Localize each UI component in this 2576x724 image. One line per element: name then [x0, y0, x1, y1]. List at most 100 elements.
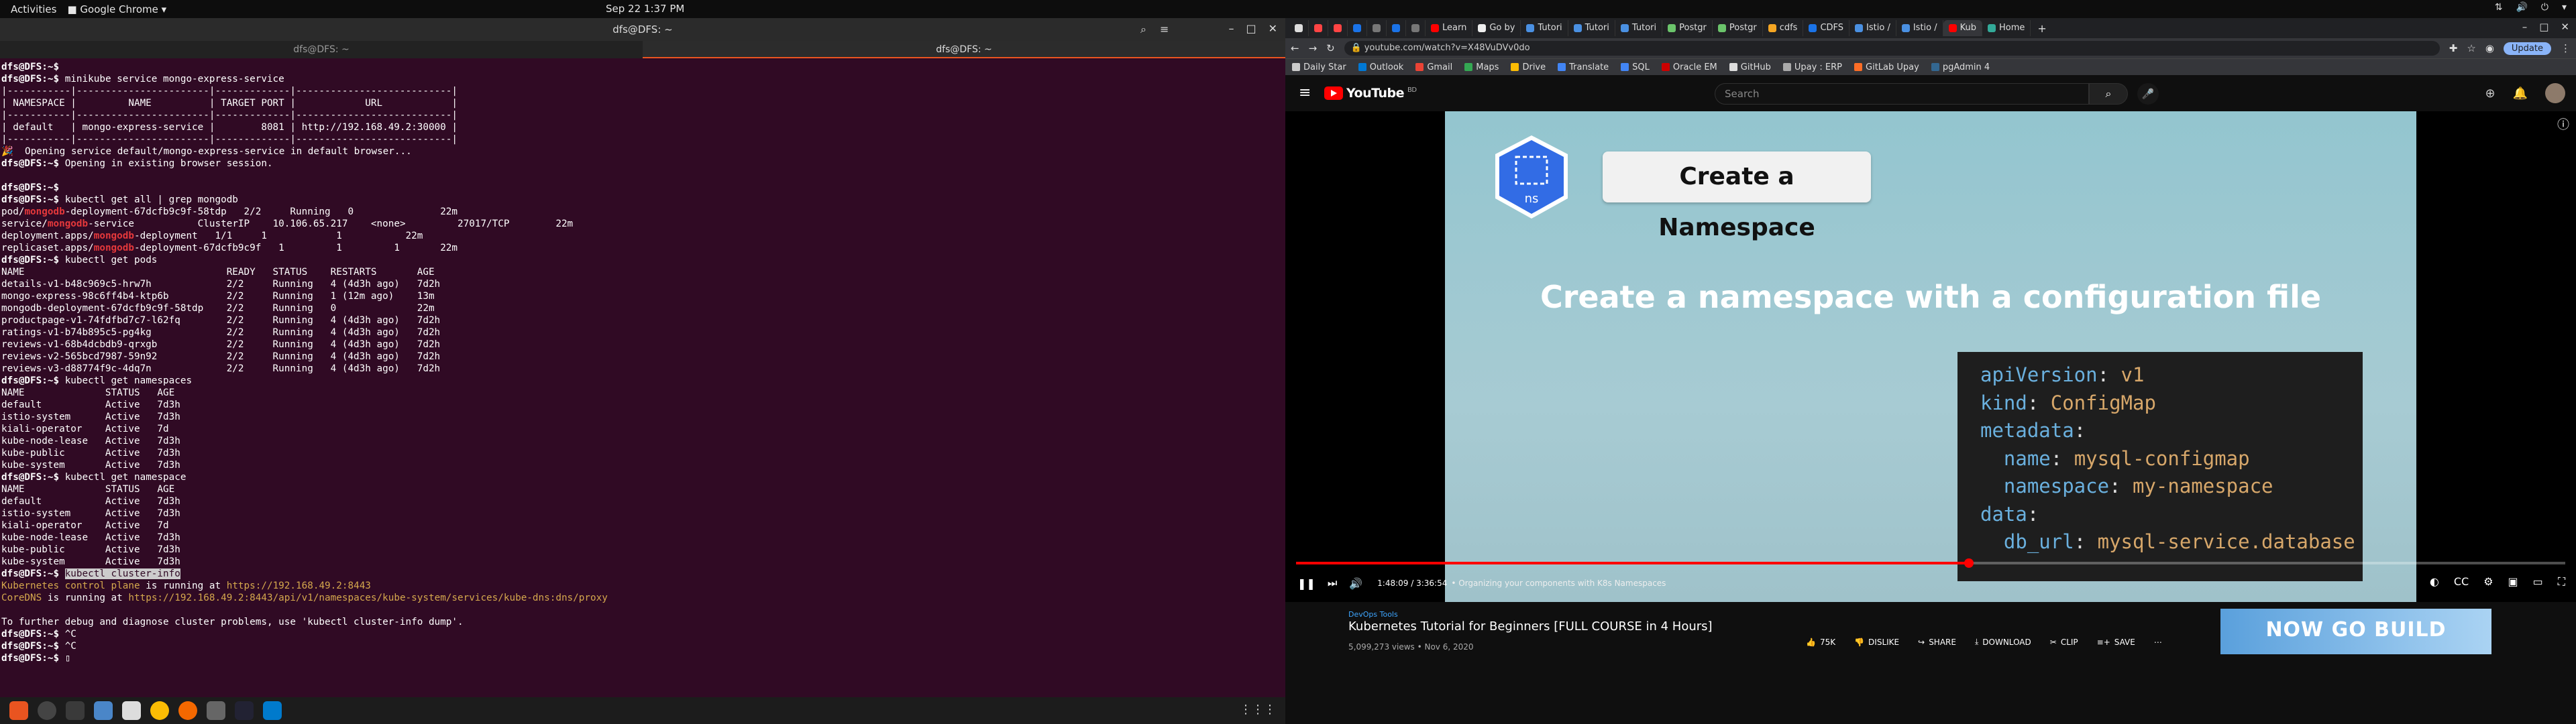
chapter-title[interactable]: • Organizing your components with K8s Na… — [1451, 579, 1666, 588]
bookmark-item[interactable]: SQL — [1621, 62, 1650, 72]
browser-tab[interactable] — [1348, 20, 1367, 36]
clock[interactable]: Sep 22 1:37 PM — [606, 3, 684, 15]
show-apps-icon[interactable]: ⋮⋮⋮ — [1240, 703, 1276, 717]
create-icon[interactable]: ⊕ — [2485, 86, 2495, 101]
forward-icon[interactable]: → — [1309, 42, 1318, 54]
progress-bar[interactable] — [1296, 558, 2565, 568]
search-button[interactable]: ⌕ — [2089, 83, 2128, 105]
browser-tab[interactable]: Learn — [1426, 20, 1473, 36]
dislike-button[interactable]: 👎 DISLIKE — [1854, 638, 1899, 647]
terminal-tab-active[interactable]: dfs@DFS: ~ — [643, 41, 1285, 58]
chrome-icon[interactable] — [150, 701, 169, 720]
more-actions-icon[interactable]: ⋯ — [2154, 638, 2162, 647]
autoplay-toggle[interactable]: ◐ — [2430, 575, 2439, 589]
terminal-titlebar[interactable]: dfs@DFS: ~ ⌕ ≡ – □ ✕ — [0, 18, 1285, 41]
channel-name[interactable]: DevOps Tools — [1348, 610, 1398, 619]
bookmark-item[interactable]: pgAdmin 4 — [1931, 62, 1990, 72]
browser-tab[interactable]: Istio / — [1896, 20, 1943, 36]
app-menu[interactable]: ■ Google Chrome ▾ — [67, 3, 166, 15]
browser-tab[interactable]: Go by — [1472, 20, 1521, 36]
bookmark-item[interactable]: GitHub — [1729, 62, 1771, 72]
browser-tab[interactable]: Postgr — [1713, 20, 1763, 36]
theater-icon[interactable]: ▭ — [2533, 575, 2543, 589]
vscode-icon[interactable] — [263, 701, 282, 720]
terminal-icon[interactable] — [66, 701, 85, 720]
video-player[interactable]: ns Create a Namespace Create a namespace… — [1285, 111, 2576, 602]
bookmark-item[interactable]: Translate — [1558, 62, 1609, 72]
subtitles-icon[interactable]: CC — [2454, 575, 2469, 589]
settings-icon[interactable]: ⚙ — [2483, 575, 2493, 589]
browser-tab[interactable]: Home — [1982, 20, 2031, 36]
search-input[interactable]: Search — [1715, 83, 2089, 105]
robo3t-icon[interactable] — [235, 701, 254, 720]
browser-tab[interactable] — [1387, 20, 1406, 36]
volume-icon[interactable]: 🔊 — [1349, 577, 1362, 590]
document-icon[interactable] — [94, 701, 113, 720]
bookmark-item[interactable]: Daily Star — [1292, 62, 1346, 72]
menu-icon[interactable]: ≡ — [1160, 23, 1169, 36]
info-icon[interactable]: ⓘ — [2557, 115, 2569, 133]
miniplayer-icon[interactable]: ▣ — [2508, 575, 2518, 589]
profile-icon[interactable]: ◉ — [2485, 42, 2494, 54]
search-icon[interactable]: ⌕ — [1140, 23, 1146, 36]
youtube-logo[interactable]: YouTube BD — [1324, 86, 1417, 101]
browser-tab[interactable]: Tutori — [1568, 20, 1615, 36]
back-icon[interactable]: ← — [1291, 42, 1299, 54]
share-button[interactable]: ↪ SHARE — [1918, 638, 1956, 647]
terminal-output[interactable]: dfs@DFS:~$ dfs@DFS:~$ minikube service m… — [0, 58, 1285, 667]
browser-tab[interactable] — [1328, 20, 1348, 36]
terminal-tab[interactable]: dfs@DFS: ~ — [0, 41, 643, 58]
browser-tab[interactable] — [1367, 20, 1387, 36]
maximize-button[interactable]: □ — [1246, 22, 1256, 35]
bookmark-item[interactable]: GitLab Upay — [1854, 62, 1919, 72]
voice-search-button[interactable]: 🎤 — [2137, 83, 2159, 105]
reload-icon[interactable]: ↻ — [1326, 42, 1335, 54]
download-button[interactable]: ⤓ DOWNLOAD — [1975, 637, 2031, 647]
close-button[interactable]: ✕ — [1269, 22, 1277, 35]
clip-button[interactable]: ✂ CLIP — [2050, 638, 2078, 647]
bookmark-item[interactable]: Outlook — [1358, 62, 1403, 72]
ad-banner[interactable]: NOW GO BUILD — [2220, 609, 2491, 654]
bookmark-item[interactable]: Oracle EM — [1661, 62, 1717, 72]
browser-tab[interactable] — [1309, 20, 1328, 36]
star-icon[interactable]: ☆ — [2467, 42, 2475, 54]
browser-tab[interactable]: Postgr — [1662, 20, 1713, 36]
bookmark-item[interactable]: Maps — [1464, 62, 1499, 72]
browser-tab[interactable] — [1406, 20, 1426, 36]
minimize-button[interactable]: – — [2522, 21, 2528, 33]
browser-tab[interactable]: Kub — [1943, 20, 1983, 36]
fullscreen-icon[interactable]: ⛶ — [2558, 575, 2565, 589]
like-button[interactable]: 👍 75K — [1806, 638, 1835, 647]
browser-tab[interactable]: Tutori — [1521, 20, 1568, 36]
terminal-window[interactable]: dfs@DFS: ~ ⌕ ≡ – □ ✕ dfs@DFS: ~ dfs@DFS:… — [0, 18, 1285, 697]
bookmark-item[interactable]: Gmail — [1415, 62, 1452, 72]
minimize-button[interactable]: – — [1228, 22, 1234, 35]
browser-tab[interactable]: Istio / — [1849, 20, 1896, 36]
bookmark-item[interactable]: Drive — [1511, 62, 1546, 72]
close-button[interactable]: ✕ — [2561, 21, 2569, 33]
extensions-icon[interactable]: ✚ — [2449, 42, 2458, 54]
maximize-button[interactable]: □ — [2539, 21, 2548, 33]
bookmark-item[interactable]: Upay : ERP — [1782, 62, 1842, 72]
system-tray[interactable]: ⇅ 🔊 ⏻ ▾ — [2495, 2, 2567, 13]
settings-icon[interactable] — [38, 701, 56, 720]
more-icon[interactable]: ⋮ — [2561, 42, 2571, 54]
address-bar[interactable]: 🔒 youtube.com/watch?v=X48VuDVv0do — [1344, 41, 2440, 56]
avatar[interactable] — [2545, 83, 2565, 103]
files-icon[interactable] — [122, 701, 141, 720]
browser-tab[interactable] — [1289, 20, 1309, 36]
scrubber-handle[interactable] — [1964, 558, 1974, 568]
screenshot-icon[interactable] — [207, 701, 225, 720]
next-icon[interactable]: ⏭ — [1328, 577, 1337, 590]
browser-tab[interactable]: Tutori — [1615, 20, 1663, 36]
browser-tab[interactable]: CDFS — [1803, 20, 1850, 36]
hamburger-menu-icon[interactable]: ≡ — [1299, 84, 1311, 101]
activities-button[interactable]: Activities — [11, 3, 56, 15]
postman-icon[interactable] — [178, 701, 197, 720]
save-button[interactable]: ≡+ SAVE — [2097, 638, 2135, 647]
update-button[interactable]: Update — [2503, 42, 2551, 55]
pause-icon[interactable]: ❚❚ — [1297, 577, 1316, 590]
browser-tab[interactable]: cdfs — [1763, 20, 1804, 36]
notifications-icon[interactable]: 🔔 — [2513, 86, 2528, 101]
new-tab-button[interactable]: + — [2037, 22, 2046, 35]
